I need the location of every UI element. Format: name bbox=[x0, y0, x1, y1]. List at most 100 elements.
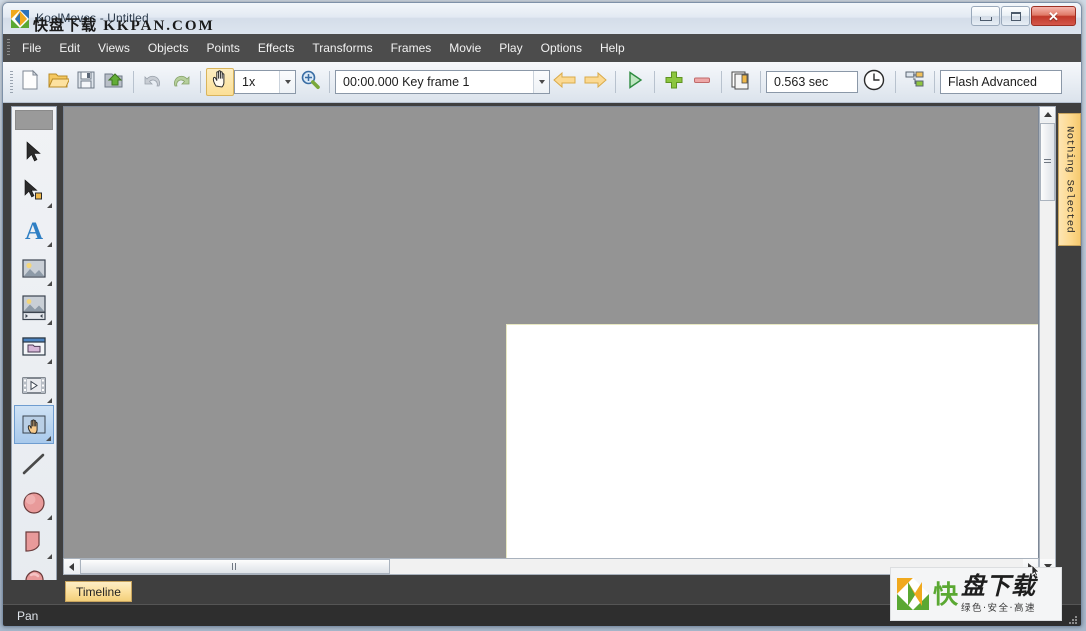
keyframe-combo[interactable]: 00:00.000 Key frame 1 bbox=[335, 70, 550, 94]
film-strip-tool[interactable] bbox=[14, 366, 54, 405]
menu-drag-grip[interactable] bbox=[3, 34, 13, 62]
export-icon bbox=[103, 69, 125, 96]
koolmoves-logo-icon bbox=[11, 10, 29, 28]
toolbar-drag-grip[interactable] bbox=[7, 67, 16, 97]
svg-text:A: A bbox=[25, 218, 43, 243]
arrow-right-icon bbox=[583, 70, 607, 95]
hierarchy-button[interactable] bbox=[901, 68, 929, 96]
new-file-icon bbox=[19, 69, 41, 96]
keyframe-value: 00:00.000 Key frame 1 bbox=[343, 75, 470, 89]
maximize-button[interactable] bbox=[1001, 6, 1030, 26]
undo-button[interactable] bbox=[139, 68, 167, 96]
menu-item-file[interactable]: File bbox=[13, 36, 50, 61]
menu-item-options[interactable]: Options bbox=[532, 36, 591, 61]
tool-palette-header bbox=[15, 110, 53, 130]
tool-flyout-corner-icon bbox=[47, 398, 52, 403]
watermark-title-text: 快盘下载 KKPAN.COM bbox=[33, 14, 215, 35]
window-folder-tool[interactable] bbox=[14, 327, 54, 366]
pan-hand-button[interactable] bbox=[206, 68, 234, 96]
ellipse-tool[interactable] bbox=[14, 483, 54, 522]
menu-item-edit[interactable]: Edit bbox=[50, 36, 89, 61]
tab-timeline-label: Timeline bbox=[76, 584, 121, 599]
rectangle-tool[interactable] bbox=[14, 522, 54, 561]
export-format-value: Flash Advanced bbox=[948, 75, 1037, 89]
workspace: A Nothing Selected Timeline bbox=[3, 103, 1081, 604]
frames-stack-button[interactable] bbox=[727, 68, 755, 96]
timing-button[interactable] bbox=[858, 68, 890, 96]
line-tool[interactable] bbox=[14, 444, 54, 483]
plus-icon bbox=[664, 70, 684, 95]
frames-stack-icon bbox=[730, 69, 752, 96]
scroll-up-button[interactable] bbox=[1040, 107, 1055, 122]
pan-hand-icon bbox=[210, 69, 231, 95]
keyframe-dropdown-arrow[interactable] bbox=[533, 71, 549, 93]
minimize-icon bbox=[979, 16, 992, 21]
tab-timeline[interactable]: Timeline bbox=[65, 581, 132, 602]
toolbar-separator-9 bbox=[934, 71, 935, 93]
image-tool[interactable] bbox=[14, 249, 54, 288]
menu-item-effects[interactable]: Effects bbox=[249, 36, 303, 61]
frame-duration-field[interactable]: 0.563 sec bbox=[766, 71, 858, 93]
export-format-combo[interactable]: Flash Advanced bbox=[940, 70, 1062, 94]
menu-item-movie[interactable]: Movie bbox=[440, 36, 490, 61]
tab-nothing-selected-label: Nothing Selected bbox=[1063, 125, 1076, 234]
close-button[interactable]: ✕ bbox=[1031, 6, 1076, 26]
tab-nothing-selected[interactable]: Nothing Selected bbox=[1058, 113, 1081, 246]
tool-flyout-corner-icon bbox=[47, 554, 52, 559]
application-window: KoolMoves - Untitled 快盘下载 KKPAN.COM ✕ Fi… bbox=[0, 0, 1086, 631]
watermark-main-text: 盘下载 绿色·安全·高速 bbox=[961, 572, 1037, 614]
add-frame-button[interactable] bbox=[660, 68, 688, 96]
window-resize-grip[interactable] bbox=[1066, 613, 1078, 625]
horizontal-scroll-thumb[interactable] bbox=[80, 559, 390, 574]
scroll-left-button[interactable] bbox=[64, 559, 79, 574]
next-frame-button[interactable] bbox=[580, 68, 610, 96]
pan-hand-tool[interactable] bbox=[14, 405, 54, 444]
zoom-in-button[interactable] bbox=[296, 68, 324, 96]
watermark-main-title: 盘下载 bbox=[961, 572, 1037, 601]
tool-flyout-corner-icon bbox=[47, 281, 52, 286]
menu-item-views[interactable]: Views bbox=[89, 36, 139, 61]
canvas-area[interactable] bbox=[63, 106, 1039, 575]
image-sequence-tool[interactable] bbox=[14, 288, 54, 327]
text-tool[interactable]: A bbox=[14, 210, 54, 249]
watermark-tagline: 绿色·安全·高速 bbox=[961, 602, 1037, 614]
menu-item-transforms[interactable]: Transforms bbox=[303, 36, 381, 61]
menu-item-help[interactable]: Help bbox=[591, 36, 634, 61]
tool-flyout-corner-icon bbox=[46, 436, 51, 441]
menu-item-frames[interactable]: Frames bbox=[382, 36, 441, 61]
toolbar-separator-1 bbox=[133, 71, 134, 93]
main-toolbar: 1x 00:00.000 Key frame 1 0.563 sec Flash… bbox=[3, 62, 1081, 103]
chevron-down-icon bbox=[538, 80, 545, 84]
menu-item-points[interactable]: Points bbox=[198, 36, 249, 61]
zoom-level-combo[interactable]: 1x bbox=[234, 70, 296, 94]
tool-flyout-corner-icon bbox=[47, 359, 52, 364]
zoom-level-dropdown-arrow[interactable] bbox=[279, 71, 295, 93]
redo-button[interactable] bbox=[167, 68, 195, 96]
menu-item-play[interactable]: Play bbox=[490, 36, 531, 61]
play-button[interactable] bbox=[621, 68, 649, 96]
watermark-kuai-char: 快 bbox=[933, 579, 959, 609]
canvas-vertical-scrollbar[interactable] bbox=[1039, 106, 1056, 575]
select-arrow-tool[interactable] bbox=[14, 132, 54, 171]
maximize-icon bbox=[1010, 11, 1021, 21]
toolbar-separator-4 bbox=[615, 71, 616, 93]
remove-frame-button[interactable] bbox=[688, 68, 716, 96]
new-file-button[interactable] bbox=[16, 68, 44, 96]
previous-frame-button[interactable] bbox=[550, 68, 580, 96]
menu-item-objects[interactable]: Objects bbox=[139, 36, 198, 61]
right-panel-tabstrip: Nothing Selected bbox=[1058, 106, 1081, 597]
movie-stage[interactable] bbox=[506, 324, 1038, 574]
tool-flyout-corner-icon bbox=[47, 242, 52, 247]
vertical-scroll-thumb[interactable] bbox=[1040, 123, 1055, 201]
minimize-button[interactable] bbox=[971, 6, 1000, 26]
mouse-cursor-icon bbox=[1031, 564, 1040, 577]
watermark-title-latin: KKPAN.COM bbox=[103, 18, 215, 34]
tool-flyout-corner-icon bbox=[47, 320, 52, 325]
tool-flyout-corner-icon bbox=[47, 203, 52, 208]
magnifier-plus-icon bbox=[299, 69, 321, 96]
open-file-button[interactable] bbox=[44, 68, 72, 96]
save-file-button[interactable] bbox=[72, 68, 100, 96]
point-select-tool[interactable] bbox=[14, 171, 54, 210]
toolbar-separator-3 bbox=[329, 71, 330, 93]
export-button[interactable] bbox=[100, 68, 128, 96]
